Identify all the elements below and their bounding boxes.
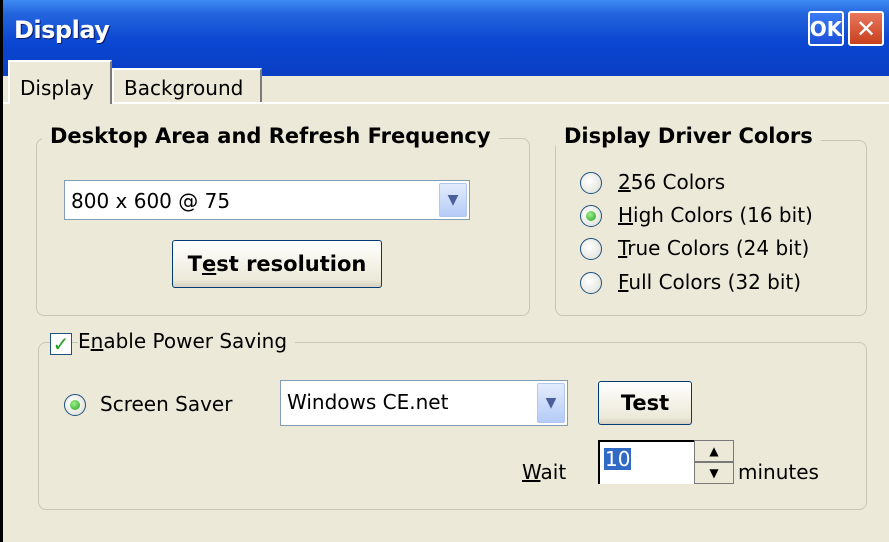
close-icon: ✕: [855, 14, 877, 43]
tab-panel: [0, 102, 889, 542]
ok-button[interactable]: OK: [808, 11, 844, 46]
tab-display[interactable]: Display: [8, 60, 112, 104]
window-left-edge: [0, 0, 3, 542]
window-title: Display: [14, 16, 110, 44]
title-bar[interactable]: [0, 0, 889, 76]
tab-background[interactable]: Background: [112, 68, 262, 104]
close-button[interactable]: ✕: [848, 11, 884, 46]
